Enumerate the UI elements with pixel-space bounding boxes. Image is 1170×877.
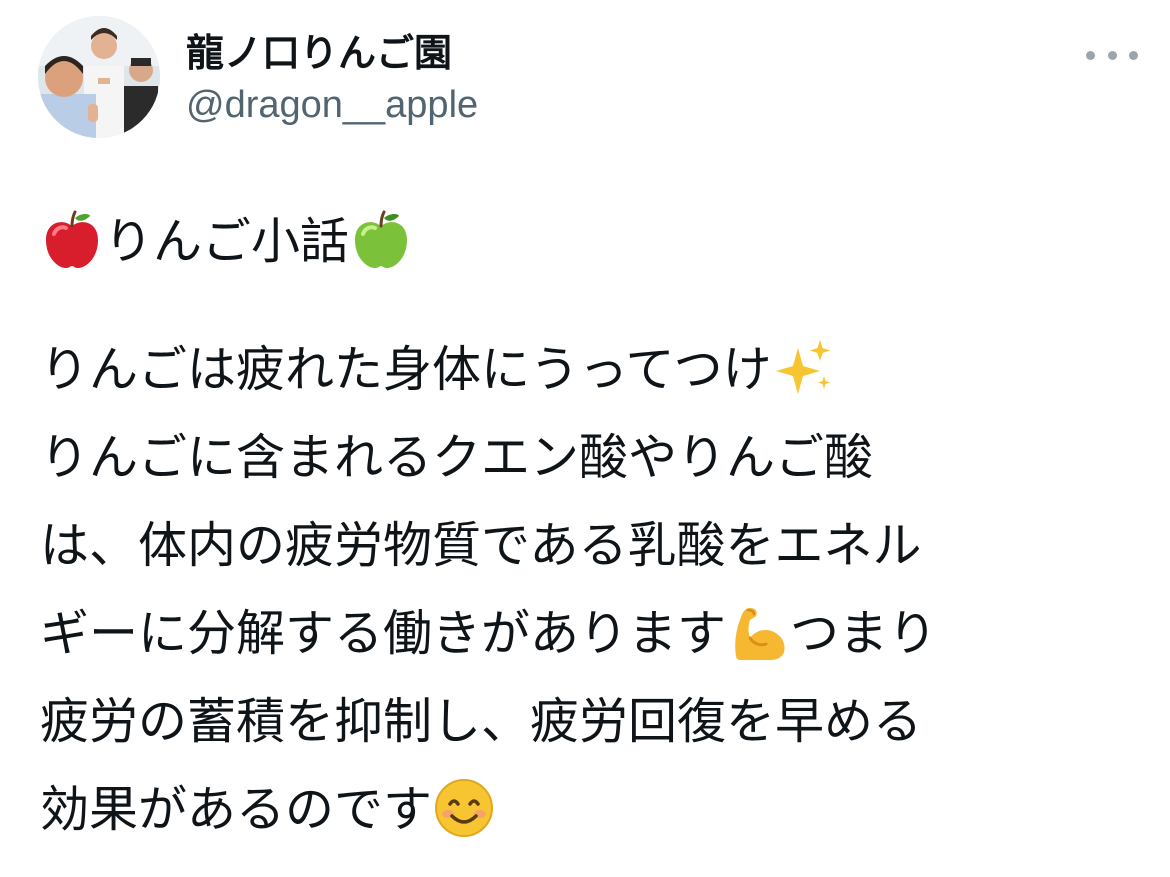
- tweet-line-text-after: つまり: [790, 605, 938, 662]
- author-display-name[interactable]: 龍ノ口りんご園: [186, 30, 452, 76]
- green-apple-icon: [349, 208, 413, 272]
- tweet-line-text: 疲労の蓄積を抑制し、疲労回復を早める: [40, 693, 923, 750]
- tweet-line-text: は、体内の疲労物質である乳酸をエネル: [40, 517, 922, 574]
- tweet-line-text: ギーに分解する働きがあります: [40, 605, 727, 662]
- tweet-line-text: りんごに含まれるクエン酸やりんご酸: [40, 429, 874, 486]
- red-apple-icon: [40, 208, 104, 272]
- tweet-text: りんご小話 りんごは疲れた身体にうってつけ りんごに含まれるクエン酸やりんご酸 …: [40, 198, 1130, 854]
- tweet-line-text: 効果があるのです: [40, 781, 433, 838]
- tweet-line: 効果があるのです: [40, 766, 1130, 854]
- avatar-photo: [38, 16, 160, 138]
- more-dot: [1086, 50, 1095, 60]
- tweet-line: 疲労の蓄積を抑制し、疲労回復を早める: [40, 678, 1130, 766]
- sparkles-icon: [772, 336, 836, 400]
- tweet-header: 龍ノ口りんご園 @dragon__apple: [38, 16, 1138, 140]
- tweet-title-text: りんご小話: [104, 213, 350, 270]
- tweet-title-line: りんご小話: [40, 198, 1130, 286]
- tweet-line: りんごは疲れた身体にうってつけ: [40, 326, 1130, 414]
- author-handle[interactable]: @dragon__apple: [186, 82, 478, 128]
- smiling-face-icon: [432, 776, 496, 840]
- tweet-line: ギーに分解する働きがあります つまり: [40, 590, 1130, 678]
- more-horizontal-icon[interactable]: [1086, 42, 1138, 68]
- tweet-line-text: りんごは疲れた身体にうってつけ: [40, 341, 772, 398]
- avatar[interactable]: [38, 16, 160, 138]
- tweet-line: りんごに含まれるクエン酸やりんご酸: [40, 414, 1130, 502]
- tweet-card: 龍ノ口りんご園 @dragon__apple りんご小話 りんごは疲れた身体にう…: [0, 0, 1170, 877]
- tweet-line: は、体内の疲労物質である乳酸をエネル: [40, 502, 1130, 590]
- more-dot: [1107, 50, 1117, 60]
- flexed-biceps-icon: [726, 600, 790, 664]
- more-dot: [1129, 50, 1138, 60]
